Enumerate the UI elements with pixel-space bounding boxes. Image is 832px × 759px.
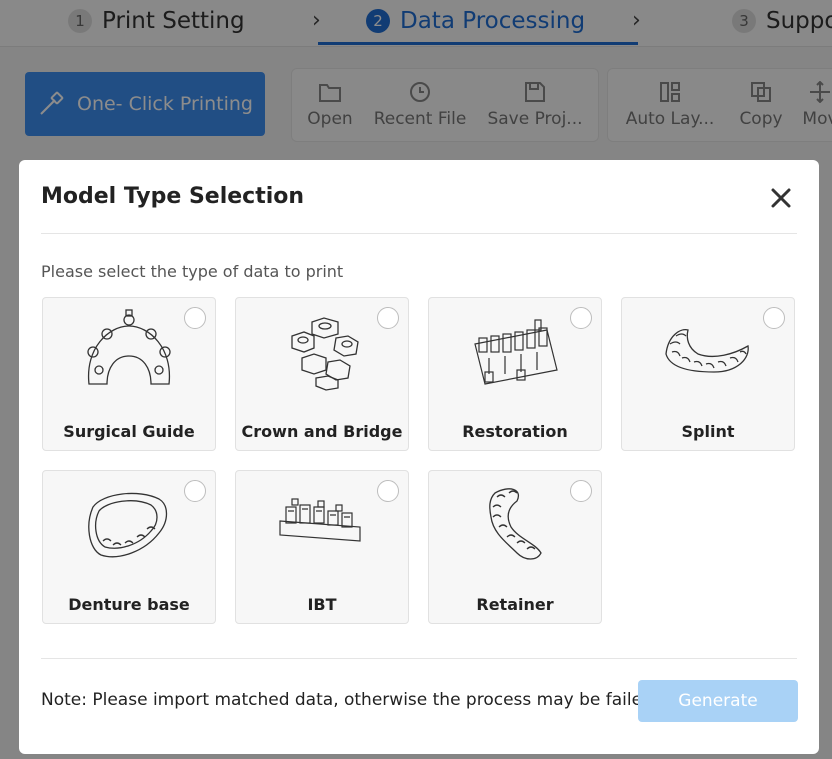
- option-ibt[interactable]: IBT: [235, 470, 409, 624]
- denture-base-icon: [88, 492, 168, 558]
- ibt-icon: [279, 498, 361, 542]
- option-label: Retainer: [476, 595, 554, 614]
- option-surgical-guide[interactable]: Surgical Guide: [42, 297, 216, 451]
- radio-button[interactable]: [184, 480, 206, 502]
- crown-bridge-icon: [291, 317, 359, 391]
- option-label: Splint: [681, 422, 735, 441]
- radio-button[interactable]: [377, 307, 399, 329]
- option-label: IBT: [307, 595, 337, 614]
- option-crown-and-bridge[interactable]: Crown and Bridge: [235, 297, 409, 451]
- radio-button[interactable]: [570, 307, 592, 329]
- option-label: Restoration: [462, 422, 568, 441]
- dialog-title: Model Type Selection: [41, 184, 305, 209]
- option-retainer[interactable]: Retainer: [428, 470, 602, 624]
- option-label: Crown and Bridge: [241, 422, 403, 441]
- selection-prompt: Please select the type of data to print: [41, 262, 344, 281]
- radio-button[interactable]: [184, 307, 206, 329]
- header-divider: [41, 233, 797, 234]
- close-button[interactable]: [767, 184, 795, 212]
- retainer-icon: [489, 488, 542, 560]
- option-label: Denture base: [68, 595, 190, 614]
- footer-divider: [41, 658, 797, 659]
- option-splint[interactable]: Splint: [621, 297, 795, 451]
- surgical-guide-icon: [87, 309, 171, 385]
- radio-button[interactable]: [377, 480, 399, 502]
- import-note: Note: Please import matched data, otherw…: [41, 690, 660, 710]
- generate-button[interactable]: Generate: [638, 680, 798, 722]
- model-type-dialog: Model Type Selection Please select the t…: [19, 160, 819, 754]
- radio-button[interactable]: [570, 480, 592, 502]
- option-restoration[interactable]: Restoration: [428, 297, 602, 451]
- close-icon: [771, 188, 791, 208]
- restoration-icon: [474, 319, 558, 385]
- radio-button[interactable]: [763, 307, 785, 329]
- splint-icon: [665, 329, 749, 373]
- option-denture-base[interactable]: Denture base: [42, 470, 216, 624]
- option-label: Surgical Guide: [63, 422, 195, 441]
